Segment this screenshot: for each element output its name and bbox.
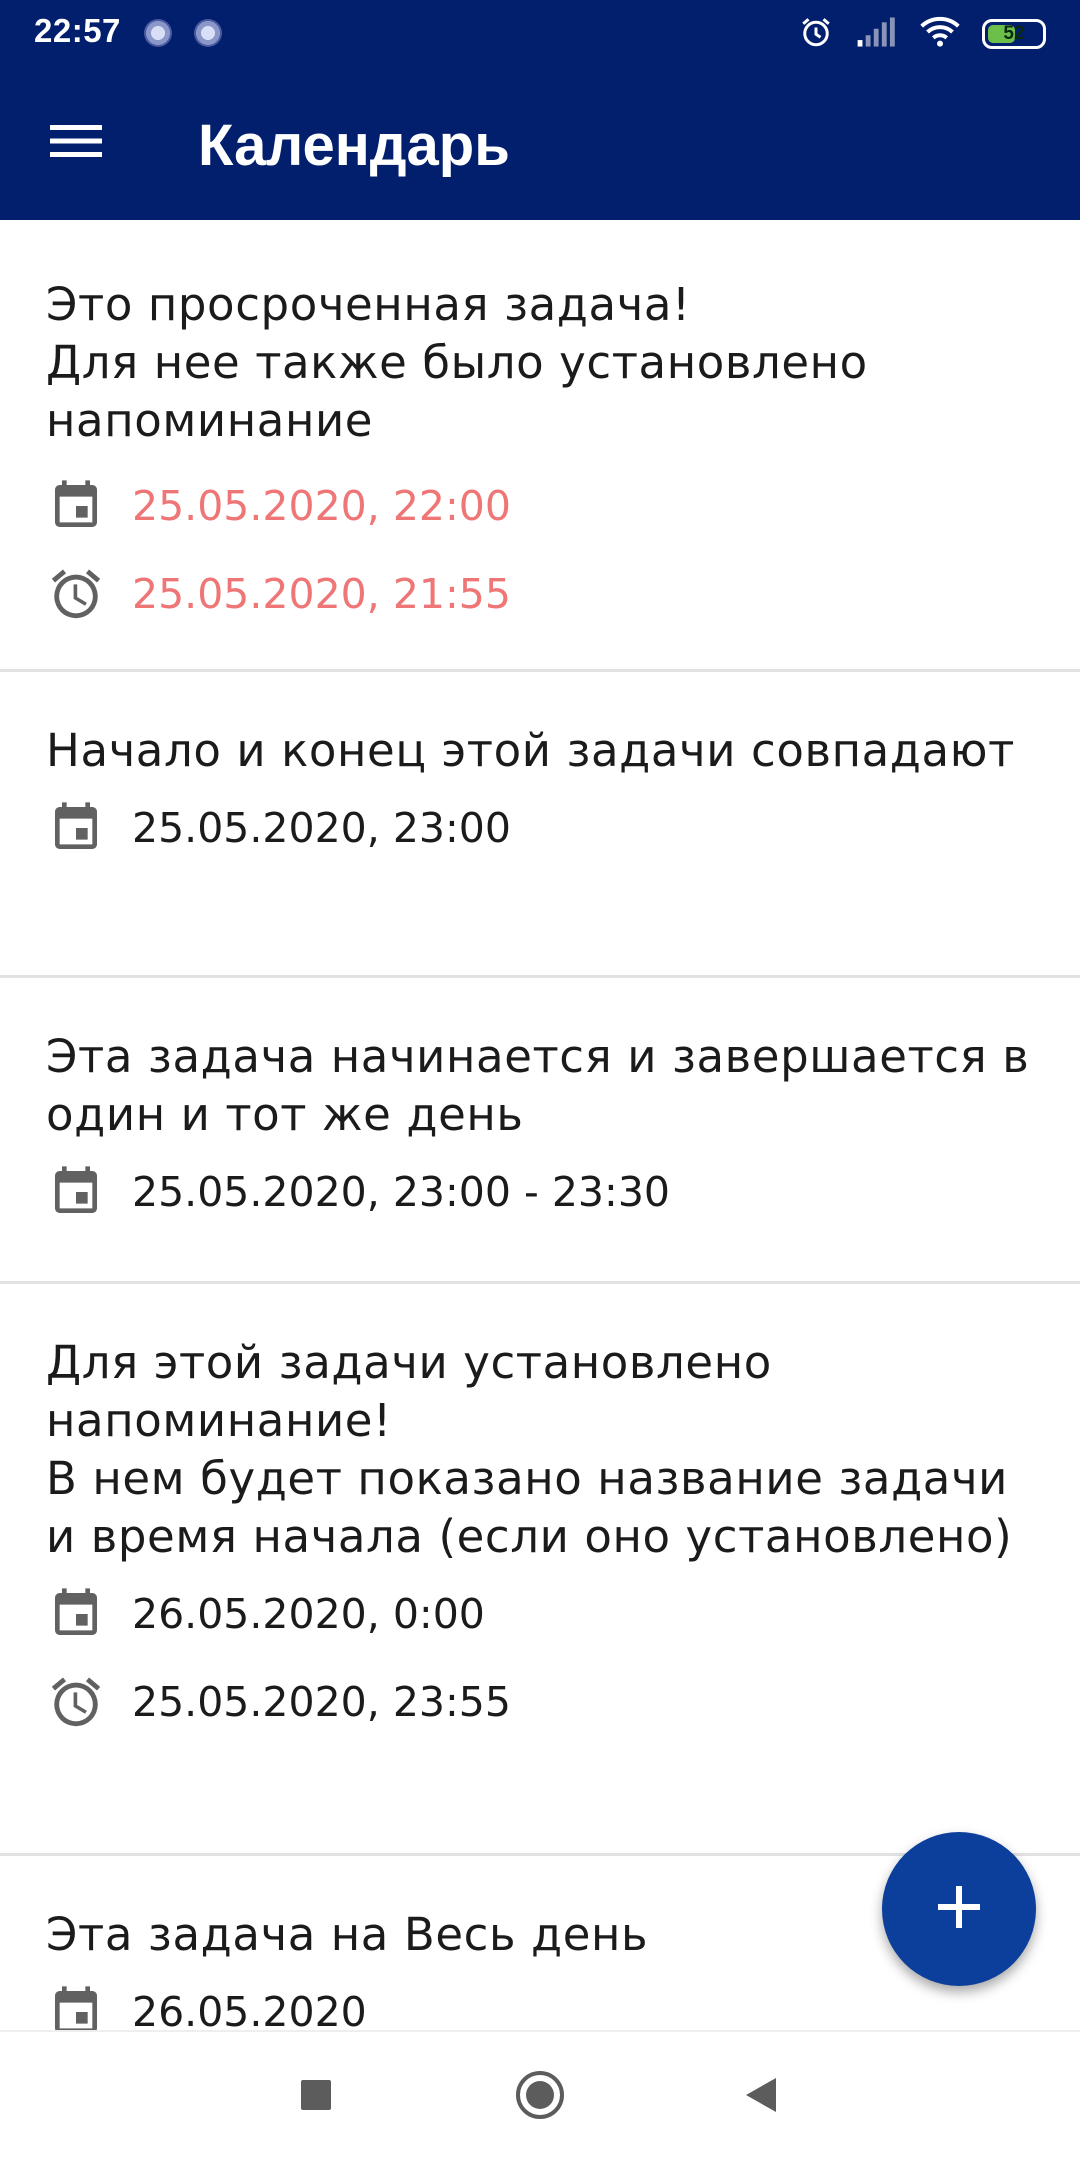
- status-bar: 22:57 52: [0, 0, 1080, 66]
- calendar-icon: [46, 476, 106, 536]
- recents-square-icon: [299, 2078, 333, 2116]
- task-date-row: 25.05.2020, 23:00 - 23:30: [0, 1148, 1080, 1236]
- task-reminder-row: 25.05.2020, 21:55: [0, 550, 1080, 638]
- home-circle-icon: [514, 2069, 566, 2125]
- task-item[interactable]: Для этой задачи установлено напоминание!…: [0, 1284, 1080, 1856]
- status-icons: 52: [798, 14, 1046, 54]
- alarm-clock-icon: [46, 1672, 106, 1732]
- task-date: 25.05.2020, 23:00 - 23:30: [132, 1168, 670, 1216]
- page-title: Календарь: [198, 113, 510, 178]
- menu-button[interactable]: [36, 110, 116, 176]
- notification-dot-icon: [194, 19, 222, 47]
- task-date-row: 26.05.2020, 0:00: [0, 1570, 1080, 1658]
- status-time: 22:57: [34, 12, 121, 49]
- task-date: 25.05.2020, 22:00: [132, 482, 511, 530]
- notification-dot-icon: [144, 19, 172, 47]
- add-task-button[interactable]: [882, 1832, 1036, 1986]
- task-date: 26.05.2020: [132, 1988, 367, 2036]
- task-date: 26.05.2020, 0:00: [132, 1590, 485, 1638]
- system-nav-bar: [0, 2030, 1080, 2160]
- back-triangle-icon: [742, 2076, 778, 2118]
- calendar-icon: [46, 798, 106, 858]
- task-title: Эта задача начинается и завершается в од…: [46, 1030, 1030, 1141]
- calendar-icon: [46, 1162, 106, 1222]
- recents-button[interactable]: [281, 2062, 351, 2132]
- home-button[interactable]: [505, 2062, 575, 2132]
- alarm-icon: [798, 14, 834, 54]
- task-reminder-row: 25.05.2020, 23:55: [0, 1658, 1080, 1746]
- task-title: Начало и конец этой задачи совпадают: [46, 724, 1015, 777]
- battery-icon: 52: [982, 19, 1046, 49]
- task-item[interactable]: Эта задача начинается и завершается в од…: [0, 978, 1080, 1284]
- task-date-row: 25.05.2020, 23:00: [0, 784, 1080, 872]
- task-item[interactable]: Начало и конец этой задачи совпадают 25.…: [0, 672, 1080, 978]
- alarm-clock-icon: [46, 564, 106, 624]
- calendar-icon: [46, 1584, 106, 1644]
- signal-icon: [856, 15, 898, 53]
- task-date: 25.05.2020, 23:00: [132, 804, 511, 852]
- back-button[interactable]: [725, 2062, 795, 2132]
- app-bar: Календарь: [0, 66, 1080, 220]
- task-date-row: 25.05.2020, 22:00: [0, 462, 1080, 550]
- battery-percent: 52: [1003, 23, 1025, 44]
- task-reminder: 25.05.2020, 23:55: [132, 1678, 511, 1726]
- hamburger-menu-icon: [50, 121, 102, 165]
- task-title: Это просроченная задача! Для нее также б…: [46, 278, 868, 447]
- plus-icon: [936, 1884, 982, 1934]
- task-reminder: 25.05.2020, 21:55: [132, 570, 511, 618]
- wifi-icon: [920, 15, 960, 53]
- calendar-screen: 22:57 52 Календарь Это просроченная зада…: [0, 0, 1080, 2160]
- task-item[interactable]: Это просроченная задача! Для нее также б…: [0, 220, 1080, 672]
- task-title: Для этой задачи установлено напоминание!…: [46, 1336, 1013, 1563]
